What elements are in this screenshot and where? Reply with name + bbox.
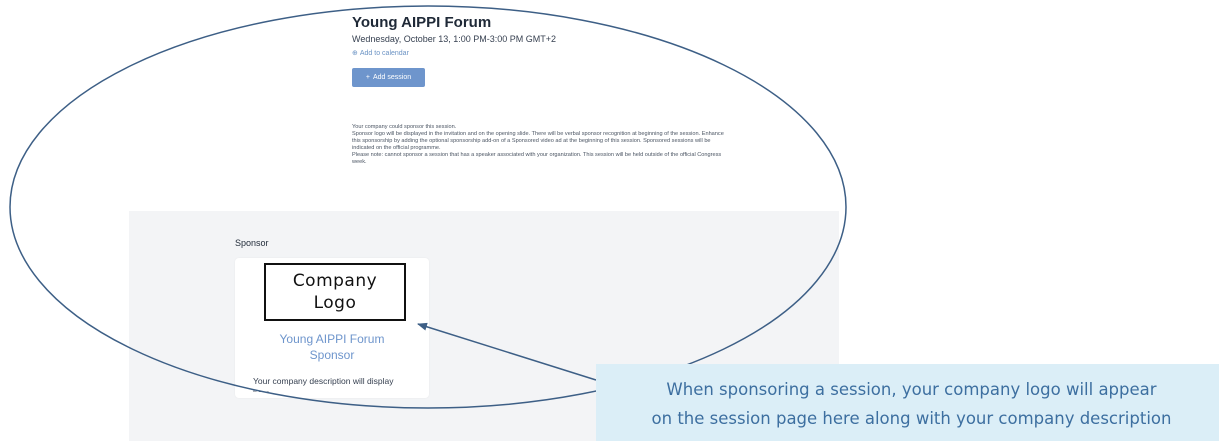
session-datetime: Wednesday, October 13, 1:00 PM-3:00 PM G… [352, 34, 557, 44]
description-paragraph: Sponsor logo will be displayed in the in… [352, 131, 724, 151]
logo-placeholder-line: Logo [313, 293, 357, 313]
add-to-calendar-link[interactable]: ⊕ Add to calendar [352, 49, 409, 58]
plus-icon: + [365, 74, 370, 81]
session-title: Young AIPPI Forum [352, 14, 492, 31]
sponsor-name[interactable]: Young AIPPI Forum Sponsor [252, 331, 412, 363]
plus-circle-icon: ⊕ [352, 50, 358, 57]
sponsor-heading: Sponsor [235, 238, 269, 248]
description-paragraph: Your company could sponsor this session. [352, 124, 457, 130]
add-to-calendar-label: Add to calendar [359, 49, 409, 57]
company-description: Your company description will display [253, 376, 394, 386]
callout-line: on the session page here along with your… [651, 409, 1172, 428]
company-description-cut: here [253, 388, 273, 392]
logo-placeholder-line: Company [292, 271, 378, 291]
sponsor-name-line: Sponsor [309, 348, 355, 362]
company-logo-placeholder: Company Logo [264, 263, 406, 321]
annotation-callout: When sponsoring a session, your company … [596, 364, 1219, 441]
add-session-label: Add session [372, 74, 412, 81]
callout-line: When sponsoring a session, your company … [666, 380, 1157, 399]
add-session-button[interactable]: + Add session [352, 68, 425, 87]
description-paragraph: Please note: cannot sponsor a session th… [352, 152, 722, 165]
session-description: Your company could sponsor this session.… [352, 124, 724, 166]
sponsor-name-line: Young AIPPI Forum [279, 332, 385, 346]
